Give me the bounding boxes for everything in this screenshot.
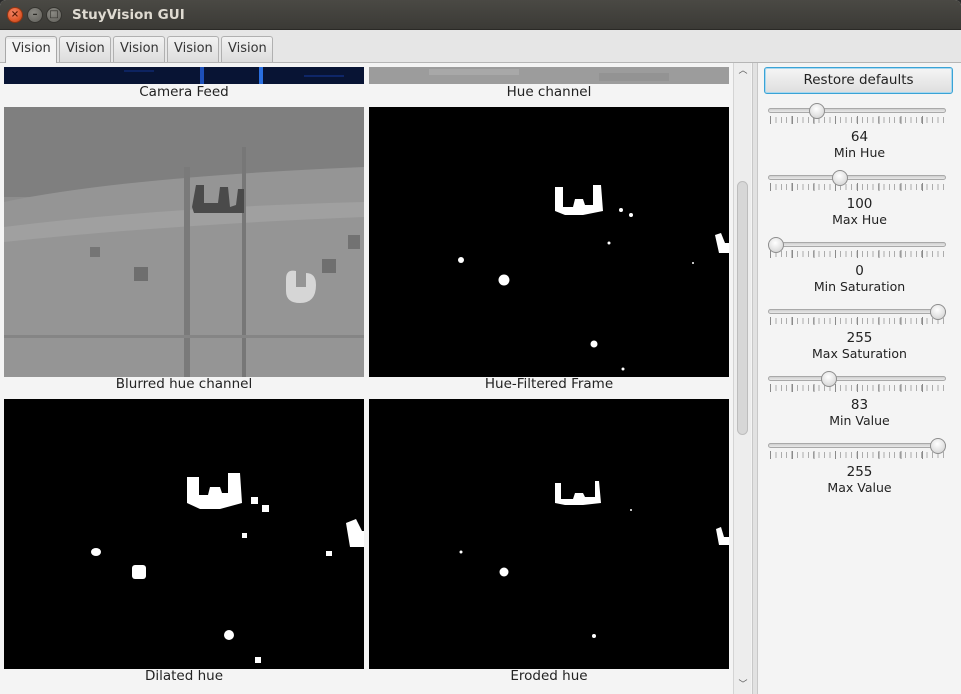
blurred-hue-image <box>4 107 364 377</box>
tab-vision-5[interactable]: Vision <box>221 36 273 62</box>
min-saturation-value: 0 <box>855 263 864 279</box>
min-value-value: 83 <box>850 397 869 413</box>
max-hue-value: 100 <box>846 196 873 212</box>
tab-vision-2[interactable]: Vision <box>59 36 111 62</box>
blurred-hue-picture <box>4 107 364 377</box>
slider-major-ticks <box>770 250 944 258</box>
max-saturation-value: 255 <box>846 330 873 346</box>
scroll-up-icon[interactable]: ︿ <box>737 65 749 77</box>
min-saturation-slider[interactable] <box>768 237 946 265</box>
slider-track <box>768 242 946 247</box>
slider-thumb[interactable] <box>930 438 946 454</box>
max-value-label: Max Value <box>827 480 892 495</box>
slider-major-ticks <box>770 183 944 191</box>
min-value-label: Min Value <box>829 413 890 428</box>
title-bar[interactable]: × – □ StuyVision GUI <box>0 0 961 30</box>
slider-major-ticks <box>770 384 944 392</box>
tab-bar: Vision Vision Vision Vision Vision <box>0 30 961 63</box>
hue-channel-picture <box>369 67 729 84</box>
hue-filtered-caption: Hue-Filtered Frame <box>484 376 614 392</box>
restore-defaults-button[interactable]: Restore defaults <box>764 67 953 94</box>
slider-track <box>768 108 946 113</box>
slider-major-ticks <box>770 451 944 459</box>
image-grid-scrollpane[interactable]: Camera Feed Hue channel Blurred hue chan… <box>0 63 752 694</box>
max-value-slider[interactable] <box>768 438 946 466</box>
camera-feed-picture <box>4 67 364 84</box>
min-hue-slider[interactable] <box>768 103 946 131</box>
slider-thumb[interactable] <box>831 170 848 186</box>
slider-thumb[interactable] <box>930 304 946 320</box>
dilated-hue-caption: Dilated hue <box>144 668 224 684</box>
hue-filtered-picture <box>369 107 729 377</box>
max-saturation-slider[interactable] <box>768 304 946 332</box>
close-icon: × <box>10 9 20 20</box>
min-hue-label: Min Hue <box>833 145 886 160</box>
slider-thumb[interactable] <box>768 237 784 253</box>
scroll-down-icon[interactable]: ﹀ <box>737 679 749 691</box>
min-hue-value: 64 <box>850 129 869 145</box>
eroded-hue-caption: Eroded hue <box>510 668 588 684</box>
camera-feed-caption: Camera Feed <box>139 84 229 100</box>
minimize-icon: – <box>32 9 38 20</box>
min-value-slider[interactable] <box>768 371 946 399</box>
maximize-window-button[interactable]: □ <box>46 7 62 23</box>
app-window: × – □ StuyVision GUI Vision Vision Visio… <box>0 0 961 694</box>
slider-major-ticks <box>770 116 944 124</box>
slider-track <box>768 376 946 381</box>
max-saturation-label: Max Saturation <box>812 346 907 361</box>
scrollbar-thumb[interactable] <box>737 181 748 435</box>
controls-panel: Restore defaults 64 Min Hue 100 Max Hue <box>758 63 961 694</box>
max-hue-label: Max Hue <box>832 212 887 227</box>
close-window-button[interactable]: × <box>7 7 23 23</box>
hue-channel-image <box>369 67 729 84</box>
window-title: StuyVision GUI <box>72 7 185 23</box>
tab-vision-4[interactable]: Vision <box>167 36 219 62</box>
slider-track <box>768 309 946 314</box>
dilated-hue-image <box>4 399 364 669</box>
slider-track <box>768 175 946 180</box>
minimize-window-button[interactable]: – <box>27 7 43 23</box>
tab-vision-3[interactable]: Vision <box>113 36 165 62</box>
vertical-scrollbar[interactable]: ︿ ﹀ <box>733 63 751 694</box>
hue-channel-caption: Hue channel <box>506 84 592 100</box>
tab-content: Camera Feed Hue channel Blurred hue chan… <box>0 63 961 694</box>
eroded-hue-image <box>369 399 729 669</box>
slider-thumb[interactable] <box>820 371 837 387</box>
slider-major-ticks <box>770 317 944 325</box>
dilated-hue-picture <box>4 399 364 669</box>
hue-filtered-image <box>369 107 729 377</box>
blurred-hue-caption: Blurred hue channel <box>115 376 253 392</box>
min-saturation-label: Min Saturation <box>813 279 906 294</box>
eroded-hue-picture <box>369 399 729 669</box>
camera-feed-image <box>4 67 364 84</box>
max-value-value: 255 <box>846 464 873 480</box>
maximize-icon: □ <box>49 9 59 20</box>
slider-track <box>768 443 946 448</box>
max-hue-slider[interactable] <box>768 170 946 198</box>
tab-vision-1[interactable]: Vision <box>5 36 57 63</box>
slider-thumb[interactable] <box>808 103 825 119</box>
